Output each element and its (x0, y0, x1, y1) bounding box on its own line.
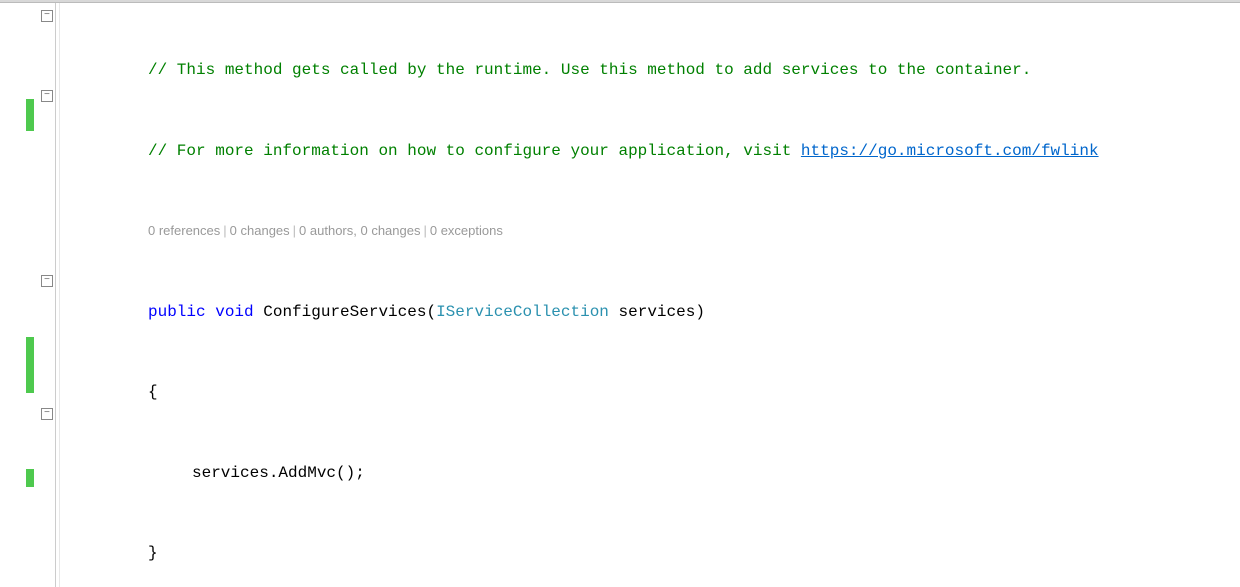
codelens-exceptions[interactable]: 0 exceptions (430, 223, 503, 238)
brace: { (148, 383, 158, 401)
code-area[interactable]: // This method gets called by the runtim… (60, 3, 1240, 587)
keyword: void (215, 303, 253, 321)
keyword: public (148, 303, 206, 321)
fold-toggle[interactable]: − (41, 90, 53, 102)
codelens-changes[interactable]: 0 changes (230, 223, 290, 238)
code-line[interactable]: } (60, 540, 1240, 567)
code-line[interactable]: { (60, 379, 1240, 406)
comment-text: // For more information on how to config… (148, 142, 801, 160)
fold-toggle[interactable]: − (41, 275, 53, 287)
comment-link[interactable]: https://go.microsoft.com/fwlink (801, 142, 1099, 160)
method-name: ConfigureServices (263, 303, 426, 321)
punct: ( (426, 303, 436, 321)
param-name: services (619, 303, 696, 321)
statement: services.AddMvc(); (192, 464, 365, 482)
codelens-row[interactable]: 0 references|0 changes|0 authors, 0 chan… (60, 218, 1240, 245)
punct: ) (695, 303, 705, 321)
codelens-authors[interactable]: 0 authors, 0 changes (299, 223, 420, 238)
code-editor[interactable]: − − − − // This method gets called by th… (0, 3, 1240, 587)
code-line[interactable]: // For more information on how to config… (60, 138, 1240, 165)
codelens-references[interactable]: 0 references (148, 223, 220, 238)
fold-toggle[interactable]: − (41, 408, 53, 420)
brace: } (148, 544, 158, 562)
type-name: IServiceCollection (436, 303, 609, 321)
comment-text: // This method gets called by the runtim… (148, 61, 1031, 79)
code-line[interactable]: // This method gets called by the runtim… (60, 57, 1240, 84)
code-line[interactable]: services.AddMvc(); (60, 460, 1240, 487)
code-line[interactable]: public void ConfigureServices(IServiceCo… (60, 299, 1240, 326)
editor-gutter: − − − − (0, 3, 60, 587)
fold-toggle[interactable]: − (41, 10, 53, 22)
